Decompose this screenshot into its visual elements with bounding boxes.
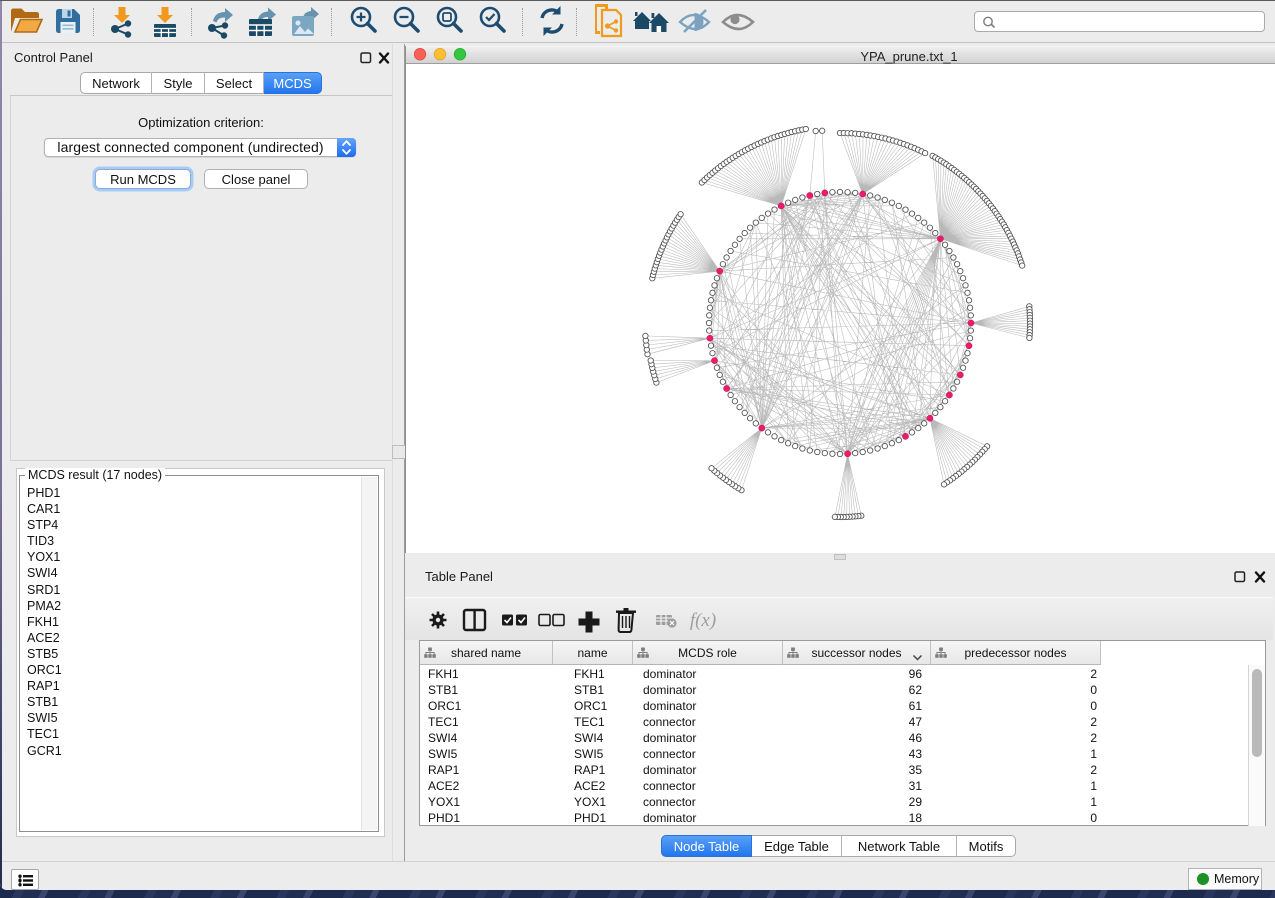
svg-text:f(x): f(x) <box>690 610 716 631</box>
